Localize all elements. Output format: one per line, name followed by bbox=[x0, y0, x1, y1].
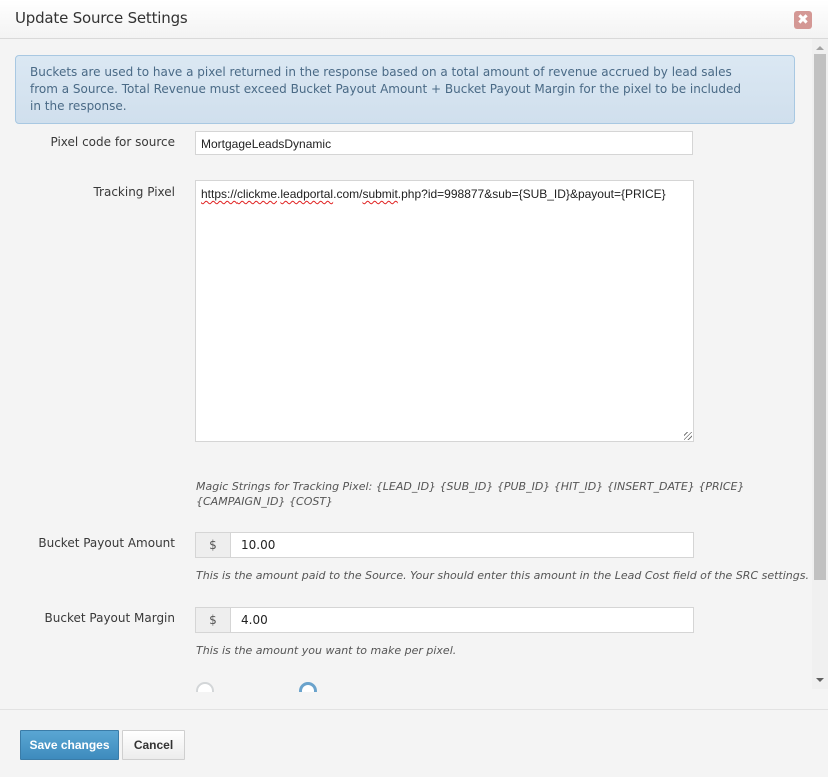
url-tld: .com/ bbox=[333, 187, 363, 201]
modal-footer: Save changes Cancel bbox=[0, 709, 828, 777]
pixel-code-input[interactable]: MortgageLeadsDynamic bbox=[195, 131, 693, 155]
dollar-icon: $ bbox=[195, 532, 231, 558]
radio-option-off[interactable] bbox=[196, 682, 214, 692]
bucket-payout-amount-label: Bucket Payout Amount bbox=[38, 536, 175, 550]
info-text: Buckets are used to have a pixel returne… bbox=[30, 65, 741, 113]
url-query: .php?id=998877&sub={SUB_ID}&payout={PRIC… bbox=[397, 187, 666, 201]
bucket-payout-amount-group: $ 10.00 bbox=[195, 532, 694, 558]
tracking-pixel-label: Tracking Pixel bbox=[93, 185, 175, 199]
dollar-icon: $ bbox=[195, 607, 231, 633]
partial-radio-row bbox=[0, 682, 800, 692]
resize-handle-icon[interactable] bbox=[684, 432, 692, 440]
close-button[interactable]: ✖ bbox=[794, 11, 812, 29]
scroll-down-arrow-icon[interactable] bbox=[816, 678, 824, 682]
tracking-pixel-help: Magic Strings for Tracking Pixel: {LEAD_… bbox=[196, 480, 745, 508]
close-icon: ✖ bbox=[797, 12, 809, 28]
info-alert: Buckets are used to have a pixel returne… bbox=[15, 55, 795, 124]
scrollbar-thumb[interactable] bbox=[814, 54, 826, 580]
modal-header: Update Source Settings ✖ bbox=[0, 0, 828, 39]
bucket-payout-margin-input[interactable]: 4.00 bbox=[230, 607, 694, 633]
bucket-payout-margin-group: $ 4.00 bbox=[195, 607, 694, 633]
bucket-payout-amount-input[interactable]: 10.00 bbox=[230, 532, 694, 558]
scroll-up-arrow-icon[interactable] bbox=[816, 46, 824, 50]
modal-body: Buckets are used to have a pixel returne… bbox=[0, 39, 828, 709]
modal-title: Update Source Settings bbox=[15, 9, 188, 27]
save-changes-button[interactable]: Save changes bbox=[20, 730, 119, 760]
url-host-part: clickme bbox=[237, 187, 278, 201]
pixel-code-label: Pixel code for source bbox=[50, 135, 176, 149]
url-host-part: leadportal bbox=[280, 187, 334, 201]
bucket-payout-amount-help: This is the amount paid to the Source. Y… bbox=[196, 569, 809, 582]
scrollbar[interactable] bbox=[812, 39, 828, 689]
bucket-payout-margin-help: This is the amount you want to make per … bbox=[196, 644, 457, 657]
bucket-payout-margin-label: Bucket Payout Margin bbox=[44, 611, 175, 625]
tracking-pixel-textarea[interactable]: https://clickme.leadportal.com/submit.ph… bbox=[195, 180, 694, 442]
url-scheme: https:// bbox=[201, 187, 238, 201]
url-path: submit bbox=[362, 187, 398, 201]
radio-option-on[interactable] bbox=[299, 682, 317, 692]
cancel-button[interactable]: Cancel bbox=[122, 730, 185, 760]
